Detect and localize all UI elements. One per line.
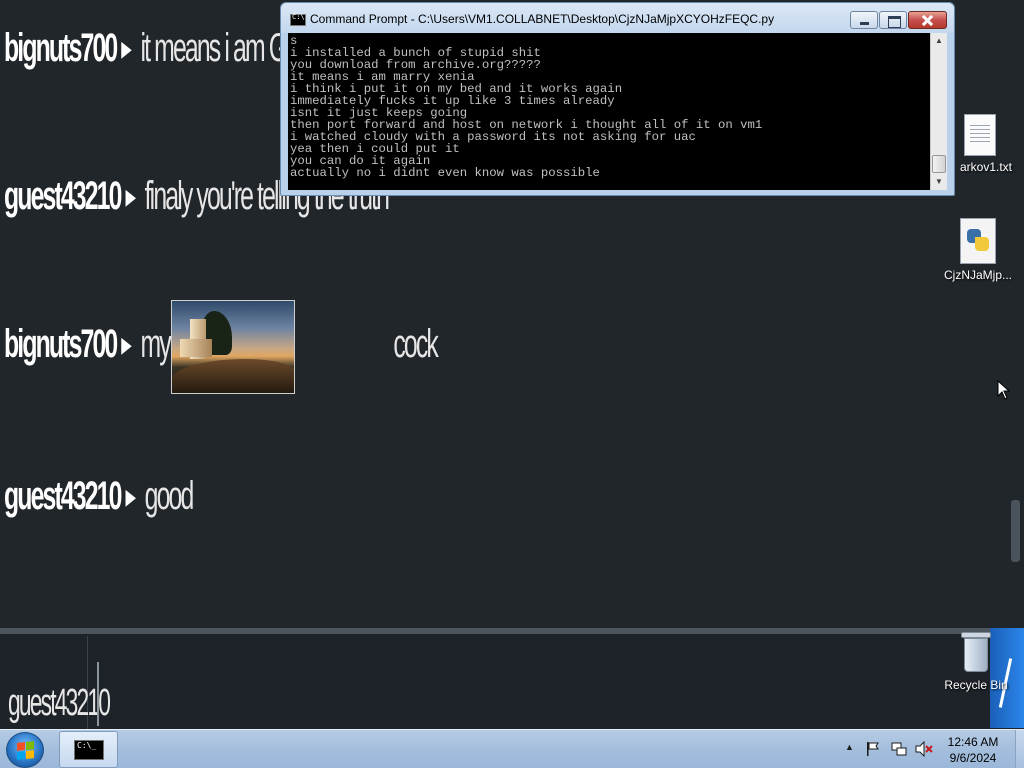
message-username: guest43210	[4, 474, 122, 518]
console-scrollbar[interactable]: ▲ ▼	[930, 33, 947, 190]
chat-scrollbar[interactable]	[1011, 500, 1020, 562]
python-file-icon	[960, 218, 996, 264]
scroll-up-arrow-icon[interactable]: ▲	[931, 33, 947, 49]
chat-message: bignuts700 ▶ it means i am GAY	[4, 26, 316, 71]
text-caret[interactable]	[97, 662, 99, 726]
triangle-right-icon: ▶	[125, 483, 136, 509]
desktop-icon-python-script[interactable]: CjzNJaMjp...	[938, 218, 1018, 282]
window-title: Command Prompt - C:\Users\VM1.COLLABNET\…	[310, 12, 775, 26]
chat-message: guest43210 ▶ good	[4, 474, 195, 519]
lighthouse-photo[interactable]	[171, 300, 295, 394]
minimize-button[interactable]	[850, 11, 878, 29]
recycle-bin-icon	[961, 630, 991, 674]
message-text-after-image: cock	[393, 322, 438, 366]
triangle-right-icon: ▶	[125, 183, 136, 209]
close-button[interactable]	[908, 11, 947, 29]
show-desktop-button[interactable]	[1015, 730, 1024, 768]
windows-start-icon[interactable]	[6, 732, 44, 768]
message-text: good	[144, 474, 195, 518]
system-clock[interactable]: 12:46 AM 9/6/2024	[938, 734, 1008, 766]
scrollbar-thumb[interactable]	[932, 155, 946, 173]
network-icon[interactable]	[891, 741, 907, 757]
console-line: actually no i didnt even know was possib…	[290, 166, 600, 180]
mouse-cursor-icon	[997, 380, 1011, 400]
window-titlebar[interactable]: Command Prompt - C:\Users\VM1.COLLABNET\…	[281, 3, 954, 33]
message-username: bignuts700	[4, 322, 118, 366]
console-output[interactable]: s i installed a bunch of stupid shit you…	[288, 33, 930, 190]
desktop-icon-label: CjzNJaMjp...	[943, 268, 1012, 282]
show-hidden-icons-chevron-icon[interactable]: ▲	[845, 742, 854, 752]
message-username: bignuts700	[4, 26, 118, 70]
desktop-icon-recycle-bin[interactable]: Recycle Bin	[936, 630, 1016, 692]
triangle-right-icon: ▶	[121, 35, 132, 61]
maximize-button[interactable]	[879, 11, 907, 29]
clock-date: 9/6/2024	[949, 751, 997, 765]
command-prompt-icon	[74, 740, 104, 760]
action-center-flag-icon[interactable]	[866, 741, 880, 757]
taskbar: ▲ 12:46 AM 9/6/2024	[0, 729, 1024, 768]
windows-flag-icon	[17, 741, 34, 760]
message-username: guest43210	[4, 174, 122, 218]
text-file-icon	[964, 114, 996, 156]
photo-lighthouse-house	[180, 339, 212, 357]
triangle-right-icon: ▶	[121, 331, 132, 357]
input-username: guest43210	[8, 682, 111, 724]
chat-input-area[interactable]	[0, 634, 1024, 729]
clock-time: 12:46 AM	[947, 735, 999, 749]
desktop-icon-label: Recycle Bin	[944, 678, 1008, 692]
taskbar-button-command-prompt[interactable]	[59, 731, 118, 768]
command-prompt-window[interactable]: Command Prompt - C:\Users\VM1.COLLABNET\…	[280, 2, 955, 196]
scroll-down-arrow-icon[interactable]: ▼	[931, 174, 947, 190]
command-prompt-icon	[290, 13, 306, 26]
volume-muted-icon[interactable]	[915, 741, 933, 757]
photo-rocks	[172, 359, 294, 393]
